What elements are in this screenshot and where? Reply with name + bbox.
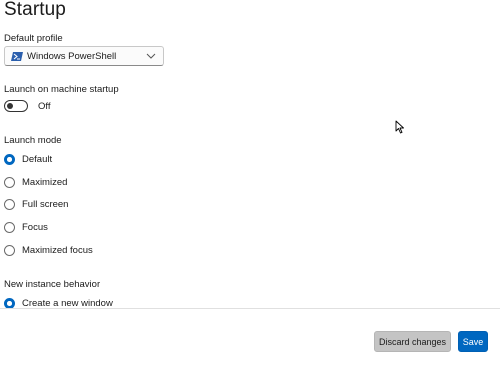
launch-mode-label: Launch mode xyxy=(4,135,62,146)
radio-launch-mode-maximized[interactable]: Maximized xyxy=(4,177,67,188)
text-cursor-icon xyxy=(395,120,405,134)
launch-on-startup-label: Launch on machine startup xyxy=(4,84,119,95)
radio-launch-mode-full-screen[interactable]: Full screen xyxy=(4,199,68,210)
radio-label: Maximized focus xyxy=(22,245,93,256)
settings-content: Startup Default profile Windows PowerShe… xyxy=(0,0,500,308)
radio-launch-mode-maximized-focus[interactable]: Maximized focus xyxy=(4,245,93,256)
radio-label: Default xyxy=(22,154,53,165)
radio-button[interactable] xyxy=(4,222,15,233)
launch-on-startup-row: Off xyxy=(4,100,51,112)
radio-button[interactable] xyxy=(4,199,15,210)
toggle-state-text: Off xyxy=(38,100,51,112)
powershell-icon xyxy=(11,51,23,61)
radio-new-instance-create-window[interactable]: Create a new window xyxy=(4,298,113,308)
page-title: Startup xyxy=(4,0,66,20)
radio-label: Maximized xyxy=(22,177,68,188)
new-instance-behavior-label: New instance behavior xyxy=(4,279,101,290)
radio-label: Full screen xyxy=(22,199,69,210)
radio-button[interactable] xyxy=(4,177,15,188)
radio-button[interactable] xyxy=(4,298,15,308)
chevron-down-icon xyxy=(143,53,159,59)
default-profile-dropdown[interactable]: Windows PowerShell xyxy=(4,46,164,66)
radio-label: Create a new window xyxy=(22,298,113,308)
radio-launch-mode-focus[interactable]: Focus xyxy=(4,222,48,233)
save-button[interactable]: Save xyxy=(458,331,488,352)
default-profile-value: Windows PowerShell xyxy=(27,50,117,62)
discard-changes-button[interactable]: Discard changes xyxy=(374,331,451,352)
toggle-knob xyxy=(7,103,13,109)
radio-launch-mode-default[interactable]: Default xyxy=(4,154,52,165)
radio-button[interactable] xyxy=(4,245,15,256)
footer-divider xyxy=(0,308,500,309)
launch-on-startup-toggle[interactable] xyxy=(4,100,28,112)
default-profile-label: Default profile xyxy=(4,33,63,44)
radio-label: Focus xyxy=(22,222,48,233)
radio-button[interactable] xyxy=(4,154,15,165)
